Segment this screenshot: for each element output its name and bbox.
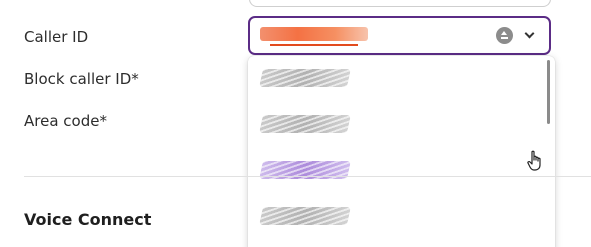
clear-icon[interactable] — [496, 27, 513, 44]
section-divider — [24, 176, 591, 177]
caller-id-select[interactable] — [248, 16, 551, 55]
caller-id-label: Caller ID — [24, 28, 89, 46]
area-code-label: Area code* — [24, 112, 107, 130]
block-caller-id-label: Block caller ID* — [24, 70, 139, 88]
caller-id-value-underline — [270, 44, 358, 46]
dropdown-option[interactable] — [248, 194, 544, 240]
previous-input-field[interactable] — [249, 0, 551, 7]
dropdown-option[interactable] — [248, 102, 544, 148]
caller-id-selected-value-redacted — [260, 27, 368, 41]
dropdown-option[interactable] — [248, 56, 544, 102]
chevron-down-icon[interactable] — [524, 28, 535, 39]
voice-connect-section-title: Voice Connect — [24, 210, 152, 229]
dropdown-scrollbar[interactable] — [547, 60, 550, 124]
redacted-option-text — [259, 115, 351, 133]
redacted-option-text — [259, 69, 351, 87]
caller-id-dropdown — [248, 56, 555, 247]
settings-page: Caller ID Block caller ID* Area code* Vo… — [0, 0, 591, 247]
dropdown-option-highlighted[interactable] — [248, 148, 544, 194]
redacted-option-text — [259, 207, 351, 225]
hand-pointer-icon — [527, 150, 541, 171]
